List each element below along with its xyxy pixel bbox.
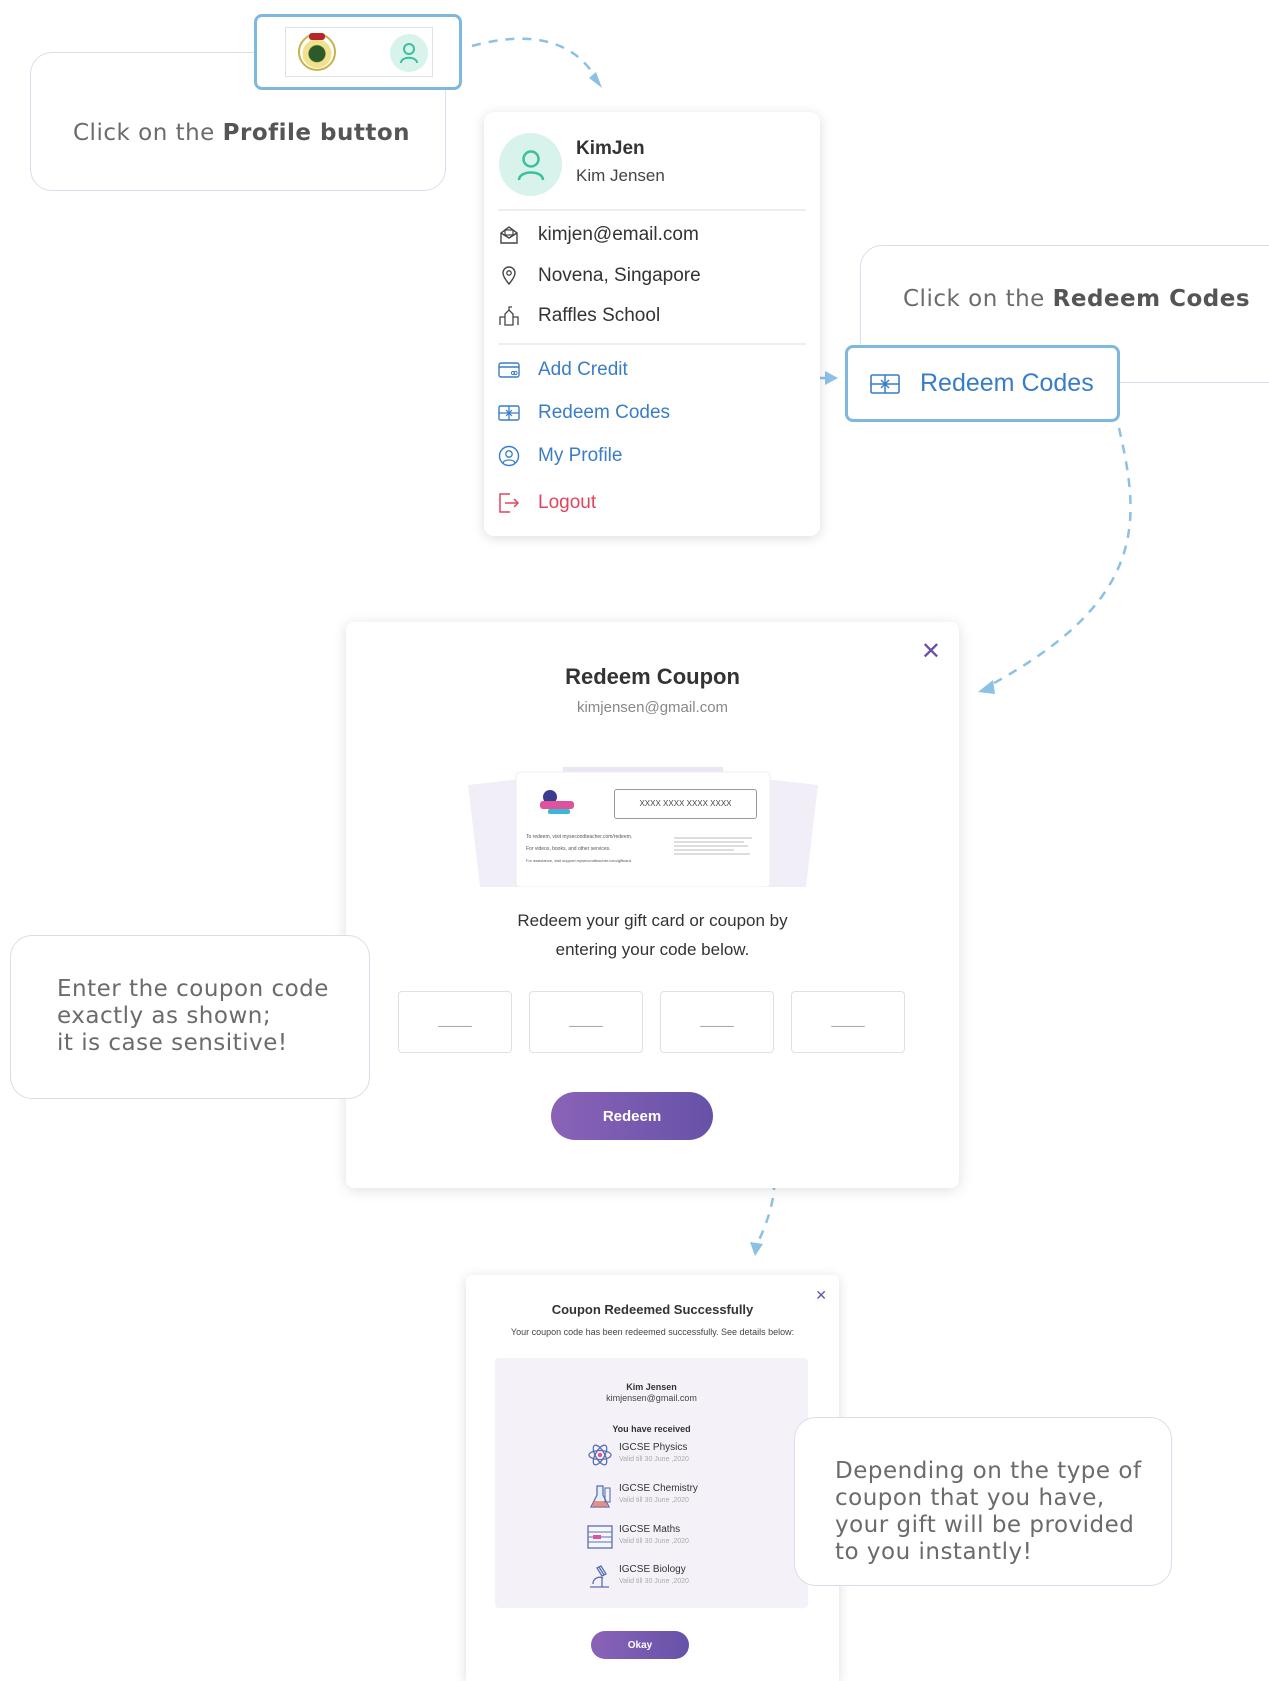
modal-title: Redeem Coupon bbox=[565, 664, 740, 689]
profile-dropdown: KimJen Kim Jensen kimjen@email.com Noven… bbox=[484, 112, 820, 536]
gift-validity: Valid till 30 June ,2020 bbox=[619, 1456, 689, 1463]
profile-email: kimjen@email.com bbox=[538, 224, 699, 245]
school-crest-logo bbox=[298, 33, 336, 71]
callout-line: exactly as shown; bbox=[57, 1003, 272, 1029]
menu-item-my-profile[interactable]: My Profile bbox=[498, 445, 622, 467]
callout-redeem-text: Click on the bbox=[903, 286, 1053, 312]
menu-item-label: Add Credit bbox=[538, 359, 628, 380]
gift-item: IGCSE Biology Valid till 30 June ,2020 bbox=[587, 1562, 767, 1594]
menu-item-label: Redeem Codes bbox=[538, 402, 671, 423]
gift-item: IGCSE Physics Valid till 30 June ,2020 bbox=[587, 1440, 767, 1472]
callout-line: Depending on the type of bbox=[835, 1458, 1142, 1484]
code-input-1[interactable] bbox=[398, 991, 512, 1053]
profile-username: KimJen bbox=[576, 138, 645, 159]
gift-card-icon bbox=[870, 372, 900, 396]
gift-name: IGCSE Physics bbox=[619, 1442, 688, 1453]
description-line: entering your code below. bbox=[555, 940, 750, 959]
logout-icon bbox=[498, 492, 520, 514]
success-subtitle: Your coupon code has been redeemed succe… bbox=[510, 1327, 795, 1337]
flask-icon bbox=[589, 1485, 611, 1508]
credit-card-icon bbox=[498, 359, 520, 381]
callout-profile-text: Click on the bbox=[73, 120, 223, 146]
user-circle-icon bbox=[498, 445, 520, 467]
card-text-line: For videos, books, and other services. bbox=[526, 846, 611, 852]
gift-validity: Valid till 30 June ,2020 bbox=[619, 1578, 689, 1585]
callout-redeem-bold: Redeem Codes bbox=[1052, 286, 1251, 312]
modal-email: kimjensen@gmail.com bbox=[576, 699, 729, 716]
description-line: Redeem your gift card or coupon by bbox=[517, 911, 788, 930]
redeem-button[interactable]: Redeem bbox=[551, 1092, 713, 1140]
profile-school: Raffles School bbox=[538, 305, 661, 326]
callout-gift-info: Depending on the type of coupon that you… bbox=[794, 1417, 1172, 1586]
card-code-field: XXXX XXXX XXXX XXXX bbox=[614, 789, 757, 819]
close-icon[interactable]: ✕ bbox=[921, 640, 941, 664]
callout-line: coupon that you have, bbox=[835, 1485, 1105, 1511]
gift-validity: Valid till 30 June ,2020 bbox=[619, 1497, 689, 1504]
header-snippet bbox=[254, 14, 462, 90]
received-heading: You have received bbox=[612, 1424, 691, 1434]
gift-name: IGCSE Maths bbox=[619, 1524, 681, 1535]
modal-description: Redeem your gift card or coupon by enter… bbox=[466, 906, 839, 964]
menu-item-label: Logout bbox=[538, 492, 597, 513]
profile-email-row: kimjen@email.com bbox=[498, 224, 699, 246]
gift-name: IGCSE Chemistry bbox=[619, 1483, 698, 1494]
profile-school-row: Raffles School bbox=[498, 305, 660, 327]
callout-line: it is case sensitive! bbox=[57, 1030, 288, 1056]
gift-card-icon bbox=[498, 402, 520, 424]
gift-card-illustration: XXXX XXXX XXXX XXXX To redeem, visit mys… bbox=[468, 757, 818, 888]
recipient-name: Kim Jensen bbox=[626, 1382, 677, 1392]
menu-item-redeem-codes[interactable]: Redeem Codes bbox=[498, 402, 670, 424]
redeem-coupon-modal: ✕ Redeem Coupon kimjensen@gmail.com XXXX… bbox=[346, 622, 959, 1188]
card-text-line: For assistance, visit support.mysecondte… bbox=[526, 858, 633, 863]
header-bar bbox=[285, 27, 433, 77]
card-fine-print bbox=[674, 837, 752, 855]
redeem-codes-label: Redeem Codes bbox=[920, 369, 1094, 397]
profile-avatar bbox=[499, 133, 562, 196]
callout-line: your gift will be provided bbox=[835, 1512, 1135, 1538]
callout-profile-bold: Profile button bbox=[222, 120, 411, 146]
gift-name: IGCSE Biology bbox=[619, 1564, 686, 1575]
school-icon bbox=[498, 305, 520, 327]
atom-icon bbox=[588, 1444, 612, 1466]
profile-fullname: Kim Jensen bbox=[576, 166, 665, 185]
mail-icon bbox=[498, 224, 520, 246]
callout-enter-code: Enter the coupon code exactly as shown; … bbox=[10, 935, 370, 1099]
code-input-3[interactable] bbox=[660, 991, 774, 1053]
card-text-line: To redeem, visit mysecondteacher.com/red… bbox=[526, 834, 633, 840]
user-icon bbox=[517, 149, 544, 180]
menu-item-label: My Profile bbox=[538, 445, 623, 466]
location-pin-icon bbox=[498, 265, 520, 287]
recipient-email: kimjensen@gmail.com bbox=[606, 1393, 697, 1403]
gift-validity: Valid till 30 June ,2020 bbox=[619, 1538, 689, 1545]
microscope-icon bbox=[590, 1565, 609, 1588]
abacus-icon bbox=[587, 1525, 613, 1549]
gift-item: IGCSE Maths Valid till 30 June ,2020 bbox=[587, 1522, 767, 1554]
callout-line: Enter the coupon code bbox=[57, 976, 329, 1002]
menu-item-logout[interactable]: Logout bbox=[498, 492, 596, 514]
menu-item-add-credit[interactable]: Add Credit bbox=[498, 359, 628, 381]
second-teacher-logo bbox=[536, 787, 584, 817]
callout-line: to you instantly! bbox=[835, 1539, 1033, 1565]
profile-button[interactable] bbox=[390, 34, 428, 72]
gift-item: IGCSE Chemistry Valid till 30 June ,2020 bbox=[587, 1481, 767, 1513]
coupon-success-modal: ✕ Coupon Redeemed Successfully Your coup… bbox=[466, 1275, 839, 1681]
code-input-4[interactable] bbox=[791, 991, 905, 1053]
user-icon bbox=[400, 43, 418, 64]
redeem-codes-highlight[interactable]: Redeem Codes bbox=[845, 345, 1120, 422]
divider bbox=[498, 209, 806, 211]
code-input-2[interactable] bbox=[529, 991, 643, 1053]
success-title: Coupon Redeemed Successfully bbox=[551, 1302, 754, 1317]
redemption-details: Kim Jensen kimjensen@gmail.com You have … bbox=[495, 1358, 808, 1608]
okay-button[interactable]: Okay bbox=[591, 1631, 689, 1659]
profile-location: Novena, Singapore bbox=[538, 265, 701, 286]
divider bbox=[498, 343, 806, 345]
profile-location-row: Novena, Singapore bbox=[498, 265, 701, 287]
